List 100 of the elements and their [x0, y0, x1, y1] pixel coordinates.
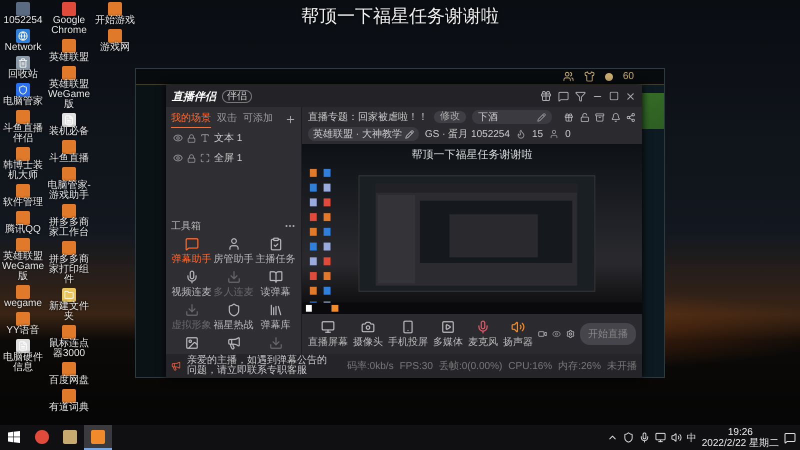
filter-icon[interactable] — [575, 90, 586, 102]
tool-button[interactable]: 房管助手 — [213, 237, 254, 266]
flame-icon — [516, 129, 526, 139]
pencil-icon — [404, 130, 414, 138]
desktop-icon-label: 腾讯QQ — [5, 225, 41, 235]
person-icon — [226, 237, 240, 251]
desktop-icon-label: 斗鱼直播 — [49, 154, 89, 164]
megaphone-icon[interactable] — [226, 336, 240, 350]
desktop-icon-label: 斗鱼直播伴侣 — [2, 124, 44, 144]
scene-tab[interactable]: 我的场景 — [171, 111, 211, 128]
desktop-icon-label: 英雄联盟WeGame版 — [0, 252, 46, 282]
clipboard-icon — [268, 237, 282, 251]
gift-icon[interactable] — [540, 90, 552, 102]
tool-button[interactable]: 弹幕助手 — [171, 237, 212, 266]
megaphone-icon — [171, 361, 181, 371]
scene-tab[interactable]: 双击 — [217, 111, 237, 128]
app-icon[interactable] — [62, 288, 76, 302]
person-icon — [549, 129, 560, 139]
tool-button[interactable]: 读弹幕 — [255, 270, 296, 299]
phone-icon — [401, 320, 415, 334]
microphone-icon — [184, 270, 198, 284]
desktop-icon-label: 拼多多商家工作台 — [48, 218, 90, 238]
settings-icon[interactable] — [566, 328, 575, 340]
scene-item[interactable]: 文本 1 — [214, 131, 242, 145]
tool-button[interactable]: 福星热战 — [213, 303, 254, 332]
close-icon[interactable] — [625, 90, 636, 102]
app-icon[interactable] — [16, 83, 30, 97]
windows-logo-icon — [8, 430, 20, 442]
desktop-icon-label: 开始游戏 — [95, 16, 135, 26]
tool-button[interactable]: 弹幕库 — [255, 303, 296, 332]
source-button[interactable]: 扬声器 — [503, 320, 533, 348]
shield-icon[interactable] — [622, 432, 634, 443]
notice-text: 亲爱的主播，如遇到弹幕公告的问题，请立即联系专职客服 — [187, 356, 327, 376]
unlock-icon[interactable] — [580, 112, 590, 122]
desktop-icon-label: 游戏网 — [100, 43, 130, 53]
desktop-icon-label: 韩博士装机大师 — [2, 161, 44, 181]
microphone-icon[interactable] — [638, 432, 650, 443]
input-method-indicator[interactable]: 中 — [686, 430, 697, 444]
desktop-icon-label: 软件管理 — [3, 198, 43, 208]
app-icon[interactable] — [16, 29, 30, 43]
room-info: GS · 蛋月 1052254 — [424, 128, 510, 141]
network-icon[interactable] — [654, 432, 666, 443]
source-button[interactable]: 摄像头 — [353, 320, 383, 348]
clock[interactable]: 19:26 2022/2/22 星期二 — [702, 426, 779, 448]
source-button[interactable]: 直播屏幕 — [308, 320, 348, 348]
desktop-icon-label: 电脑管家-游戏助手 — [46, 181, 92, 201]
fans-count: 15 — [532, 128, 544, 140]
source-button[interactable]: 手机投屏 — [388, 320, 428, 348]
gift-icon[interactable] — [564, 112, 574, 122]
status-stat: CPU:16% — [508, 360, 552, 372]
volume-icon[interactable] — [670, 432, 682, 443]
app-icon[interactable] — [62, 362, 76, 376]
tool-button[interactable]: 视频连麦 — [171, 270, 212, 299]
version-badge[interactable]: 伴侣 — [222, 90, 252, 102]
edit-button[interactable]: 修改 — [434, 111, 466, 123]
share-icon[interactable] — [626, 112, 636, 122]
visibility-icon[interactable] — [173, 133, 183, 143]
desktop-icon-label: 有道词典 — [49, 403, 89, 413]
book-icon — [268, 270, 282, 284]
notification-icon[interactable] — [784, 432, 796, 444]
archive-icon[interactable] — [595, 112, 605, 122]
add-icon[interactable] — [285, 114, 296, 125]
taskbar-app[interactable] — [84, 425, 112, 450]
message-icon[interactable] — [558, 90, 569, 102]
desktop-icon-label: 电脑硬件信息 — [2, 353, 44, 373]
stream-overlay-title: 帮顶一下福星任务谢谢啦 — [301, 5, 499, 28]
shirt-icon[interactable] — [584, 71, 595, 82]
desktop-icon-label: Google Chrome — [50, 16, 88, 36]
scene-tab[interactable]: 可添加 — [243, 111, 273, 128]
tool-button[interactable]: 主播任务 — [255, 237, 296, 266]
bell-icon[interactable] — [610, 112, 620, 122]
desktop-icon-label: 回收站 — [8, 70, 38, 80]
books-icon — [268, 303, 282, 317]
lock-icon[interactable] — [187, 154, 196, 162]
scene-item[interactable]: 全屏 1 — [214, 151, 242, 165]
source-button[interactable]: 多媒体 — [433, 320, 463, 348]
category-tag[interactable]: 英雄联盟 · 大神教学 — [308, 127, 419, 141]
play-icon — [441, 320, 455, 334]
source-button[interactable]: 麦克风 — [468, 320, 498, 348]
app-icon — [91, 430, 105, 444]
status-stat: 未开播 — [607, 360, 637, 373]
viewer-count: 0 — [565, 128, 571, 140]
desktop-icon-label: 电脑管家 — [3, 97, 43, 107]
picture-icon[interactable] — [184, 336, 198, 350]
desktop-icon-label: 英雄联盟WeGame版 — [46, 80, 92, 110]
desktop-icon-label: YY语音 — [6, 326, 40, 336]
microphone-icon — [476, 320, 490, 334]
maximize-icon[interactable] — [609, 91, 619, 101]
chat-icon — [184, 237, 198, 251]
desktop-icon-label: 新建文件夹 — [48, 302, 90, 322]
desktop-icon-label: 鼠标连点器3000 — [48, 339, 90, 359]
lock-icon[interactable] — [187, 134, 196, 142]
friends-icon[interactable] — [562, 71, 574, 82]
tag-field[interactable]: 下酒 — [472, 110, 552, 124]
eye-icon[interactable] — [552, 328, 561, 340]
download-icon — [184, 303, 198, 317]
status-stat: 内存:26% — [558, 360, 601, 373]
visibility-icon[interactable] — [173, 153, 183, 163]
app-icon[interactable] — [16, 56, 30, 70]
desktop-icon-label: wegame — [4, 299, 42, 309]
